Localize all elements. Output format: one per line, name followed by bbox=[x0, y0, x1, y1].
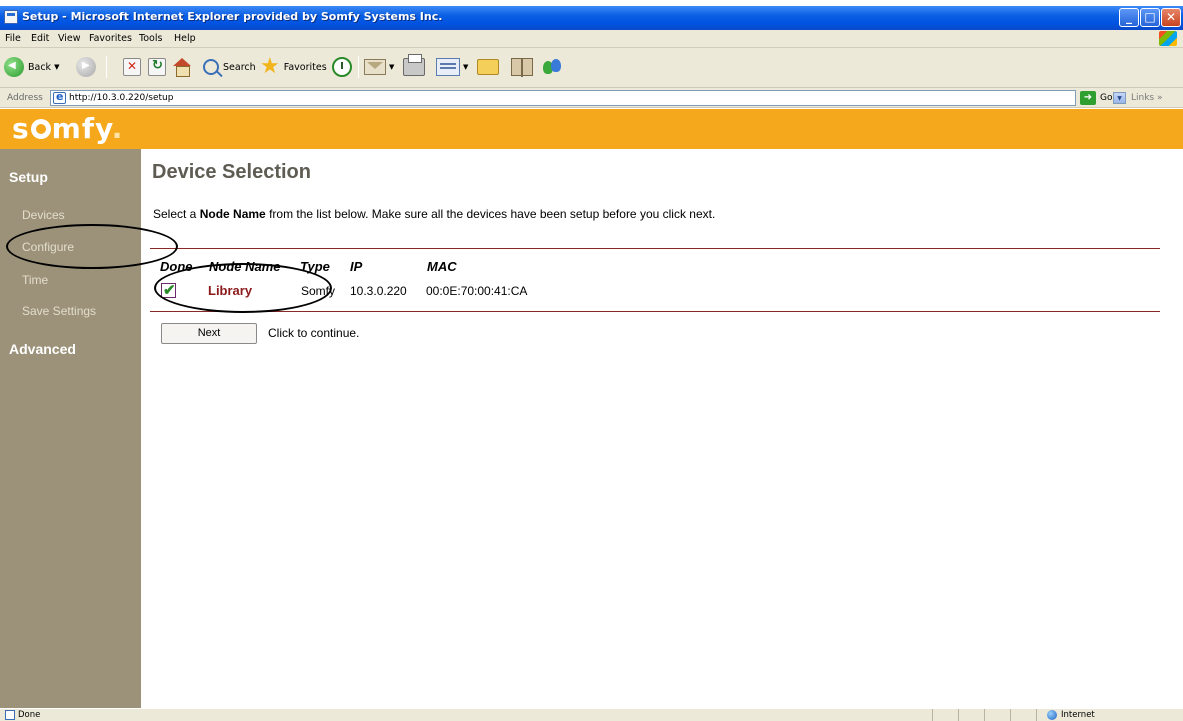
window-title: Setup - Microsoft Internet Explorer prov… bbox=[22, 10, 443, 23]
logo-o-icon bbox=[30, 119, 51, 139]
forward-arrow-icon bbox=[76, 57, 96, 77]
mac-cell: 00:0E:70:00:41:CA bbox=[426, 284, 528, 298]
close-button[interactable]: ✕ bbox=[1161, 8, 1181, 27]
browser-toolbar: Back ▼ Search ★ Favorites ▼ bbox=[0, 48, 1183, 88]
edit-dropdown-icon[interactable]: ▼ bbox=[463, 63, 468, 71]
browser-app-icon bbox=[4, 10, 18, 24]
address-input[interactable]: http://10.3.0.220/setup ▼ bbox=[50, 90, 1126, 106]
search-label: Search bbox=[223, 61, 256, 73]
search-button[interactable]: Search bbox=[203, 54, 256, 80]
minimize-button[interactable]: _ bbox=[1119, 8, 1139, 27]
instructions-bold: Node Name bbox=[199, 207, 266, 221]
links-button[interactable]: Links » bbox=[1131, 93, 1163, 103]
status-page-icon bbox=[5, 710, 15, 720]
back-button[interactable]: Back ▼ bbox=[4, 54, 59, 80]
page-title: Device Selection bbox=[152, 161, 311, 183]
menu-favorites[interactable]: Favorites bbox=[89, 33, 132, 44]
search-icon bbox=[203, 59, 219, 75]
print-icon bbox=[403, 54, 425, 76]
status-panel-divider bbox=[1010, 709, 1011, 721]
menu-edit[interactable]: Edit bbox=[31, 33, 49, 44]
status-text: Done bbox=[18, 710, 41, 720]
next-button[interactable]: Next bbox=[161, 323, 257, 344]
sidebar-section-advanced[interactable]: Advanced bbox=[9, 341, 76, 357]
logo-text-start: s bbox=[12, 112, 30, 145]
go-arrow-icon: ➜ bbox=[1080, 91, 1096, 105]
instructions-text: Select a Node Name from the list below. … bbox=[153, 207, 715, 221]
column-header-ip: IP bbox=[350, 259, 363, 274]
messenger-icon bbox=[542, 57, 564, 77]
folder-button[interactable] bbox=[477, 54, 499, 80]
logo-trailing-dot: . bbox=[111, 112, 124, 145]
menu-bar: File Edit View Favorites Tools Help bbox=[0, 30, 1183, 48]
stop-button[interactable] bbox=[123, 54, 141, 80]
favorites-label: Favorites bbox=[283, 61, 327, 73]
messenger-button[interactable] bbox=[542, 54, 564, 80]
status-bar: Done Internet bbox=[0, 708, 1183, 721]
stop-icon bbox=[123, 58, 141, 76]
mail-icon bbox=[364, 59, 386, 75]
toolbar-separator bbox=[358, 56, 359, 78]
research-button[interactable] bbox=[511, 54, 533, 80]
print-button[interactable] bbox=[403, 54, 425, 80]
favorites-button[interactable]: ★ Favorites bbox=[260, 54, 327, 80]
research-book-icon bbox=[511, 58, 533, 77]
instructions-post: from the list below. Make sure all the d… bbox=[265, 207, 716, 221]
sidebar-section-setup[interactable]: Setup bbox=[9, 169, 48, 185]
menu-tools[interactable]: Tools bbox=[139, 33, 162, 44]
refresh-button[interactable] bbox=[148, 54, 166, 80]
address-bar: Address http://10.3.0.220/setup ▼ ➜ Go L… bbox=[0, 88, 1183, 108]
favorites-star-icon: ★ bbox=[260, 54, 280, 79]
address-label: Address bbox=[7, 93, 43, 103]
status-panel-divider bbox=[932, 709, 933, 721]
ip-cell: 10.3.0.220 bbox=[350, 284, 407, 298]
edit-page-icon bbox=[436, 58, 460, 76]
node-name-annotation-ellipse bbox=[154, 263, 332, 313]
next-hint-text: Click to continue. bbox=[268, 326, 360, 340]
table-bottom-rule bbox=[150, 311, 1160, 312]
back-dropdown-icon[interactable]: ▼ bbox=[54, 63, 59, 71]
status-panel-divider bbox=[958, 709, 959, 721]
refresh-icon bbox=[148, 58, 166, 76]
mail-dropdown-icon[interactable]: ▼ bbox=[389, 63, 394, 71]
menu-file[interactable]: File bbox=[5, 33, 21, 44]
sidebar-item-save-settings[interactable]: Save Settings bbox=[22, 304, 96, 318]
toolbar-separator bbox=[106, 56, 107, 78]
windows-logo-icon bbox=[1159, 31, 1177, 46]
mail-button[interactable]: ▼ bbox=[364, 54, 394, 80]
table-top-rule bbox=[150, 248, 1160, 249]
maximize-button[interactable]: □ bbox=[1140, 8, 1160, 27]
window-title-bar[interactable]: Setup - Microsoft Internet Explorer prov… bbox=[0, 6, 1183, 30]
internet-zone-globe-icon bbox=[1047, 710, 1057, 720]
logo-text-end: mfy bbox=[51, 112, 112, 145]
home-button[interactable] bbox=[172, 54, 192, 80]
ie-page-icon bbox=[53, 90, 66, 104]
back-arrow-icon bbox=[4, 57, 24, 77]
go-button[interactable]: ➜ Go bbox=[1080, 90, 1112, 106]
status-panel-divider bbox=[1036, 709, 1037, 721]
folder-icon bbox=[477, 59, 499, 75]
sidebar-item-time[interactable]: Time bbox=[22, 273, 48, 287]
security-zone-text: Internet bbox=[1061, 710, 1095, 720]
menu-view[interactable]: View bbox=[58, 33, 81, 44]
go-label: Go bbox=[1100, 93, 1113, 103]
sidebar-item-devices[interactable]: Devices bbox=[22, 208, 65, 222]
menu-help[interactable]: Help bbox=[174, 33, 196, 44]
somfy-logo: s mfy. bbox=[12, 112, 123, 145]
edit-button[interactable]: ▼ bbox=[436, 54, 468, 80]
back-label: Back bbox=[28, 61, 52, 73]
column-header-mac: MAC bbox=[427, 259, 457, 274]
instructions-pre: Select a bbox=[153, 207, 200, 221]
address-dropdown-icon[interactable]: ▼ bbox=[1113, 92, 1126, 104]
configure-annotation-ellipse bbox=[6, 224, 178, 269]
forward-button[interactable] bbox=[76, 54, 96, 80]
brand-header: s mfy. bbox=[0, 109, 1183, 149]
history-button[interactable] bbox=[332, 54, 352, 80]
main-content: Device Selection Select a Node Name from… bbox=[141, 149, 1183, 708]
status-panel-divider bbox=[984, 709, 985, 721]
history-icon bbox=[332, 57, 352, 77]
home-icon bbox=[172, 58, 192, 77]
screenshot-page: Setup - Microsoft Internet Explorer prov… bbox=[0, 0, 1183, 721]
address-url: http://10.3.0.220/setup bbox=[69, 93, 174, 103]
